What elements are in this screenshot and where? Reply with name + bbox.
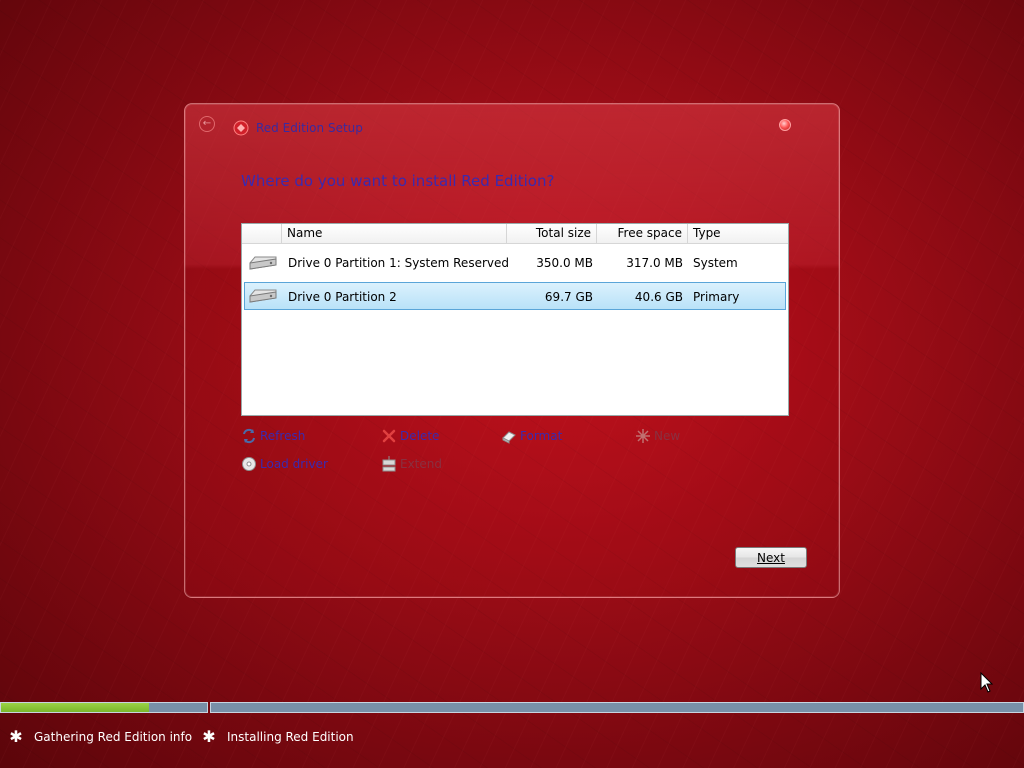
partition-type: System: [693, 256, 738, 270]
delete-button[interactable]: Delete: [381, 428, 439, 444]
step-star-icon: ✱: [9, 727, 23, 746]
partition-total-size: 69.7 GB: [544, 290, 593, 304]
hard-drive-icon: [249, 256, 277, 270]
back-arrow-icon[interactable]: ←: [199, 116, 215, 132]
new-button[interactable]: New: [635, 428, 680, 444]
progress-bar-gathering: [0, 702, 208, 713]
extend-button[interactable]: Extend: [381, 456, 442, 472]
eraser-icon: [502, 431, 516, 444]
partition-name: Drive 0 Partition 1: System Reserved: [288, 256, 509, 270]
disc-icon: [242, 457, 256, 471]
setup-icon: [233, 120, 249, 136]
new-star-icon: [636, 429, 650, 443]
column-type[interactable]: Type: [688, 224, 788, 243]
column-name[interactable]: Name: [282, 224, 507, 243]
partition-total-size: 350.0 MB: [536, 256, 593, 270]
table-row[interactable]: Drive 0 Partition 2 69.7 GB 40.6 GB Prim…: [244, 282, 786, 310]
hard-drive-icon: [249, 289, 277, 303]
mouse-pointer-icon: [980, 672, 994, 693]
refresh-button[interactable]: Refresh: [241, 428, 305, 444]
step-star-icon: ✱: [202, 727, 216, 746]
progress-bar-installing: [210, 702, 1024, 713]
delete-icon: [382, 429, 396, 443]
page-heading: Where do you want to install Red Edition…: [241, 172, 555, 190]
dialog-title: Red Edition Setup: [256, 121, 363, 135]
format-button[interactable]: Format: [501, 428, 562, 444]
next-button[interactable]: Next: [735, 547, 807, 568]
setup-dialog: ← Red Edition Setup Where do you want to…: [184, 103, 840, 598]
extend-drive-icon: [382, 456, 396, 472]
load-driver-button[interactable]: Load driver: [241, 456, 328, 472]
table-row[interactable]: Drive 0 Partition 1: System Reserved 350…: [244, 249, 786, 277]
status-step-gathering: ✱ Gathering Red Edition info: [8, 727, 192, 746]
partition-type: Primary: [693, 290, 740, 304]
column-free-space[interactable]: Free space: [597, 224, 688, 243]
table-header: Name Total size Free space Type: [242, 224, 788, 244]
delete-label: Delete: [400, 429, 440, 443]
partition-name: Drive 0 Partition 2: [288, 290, 397, 304]
step-label: Installing Red Edition: [227, 729, 354, 744]
load-driver-label: Load driver: [260, 457, 328, 471]
format-label: Format: [520, 429, 563, 443]
partition-free-space: 40.6 GB: [634, 290, 683, 304]
extend-label: Extend: [400, 457, 442, 471]
column-icon[interactable]: [242, 224, 282, 243]
step-label: Gathering Red Edition info: [34, 729, 193, 744]
status-step-installing: ✱ Installing Red Edition: [201, 727, 354, 746]
progress-fill-gathering: [1, 703, 150, 712]
refresh-label: Refresh: [260, 429, 306, 443]
partition-table: Name Total size Free space Type Drive 0 …: [241, 223, 789, 416]
close-icon[interactable]: [779, 119, 791, 131]
new-label: New: [654, 429, 681, 443]
column-total-size[interactable]: Total size: [507, 224, 597, 243]
partition-free-space: 317.0 MB: [626, 256, 683, 270]
refresh-icon: [243, 428, 255, 444]
